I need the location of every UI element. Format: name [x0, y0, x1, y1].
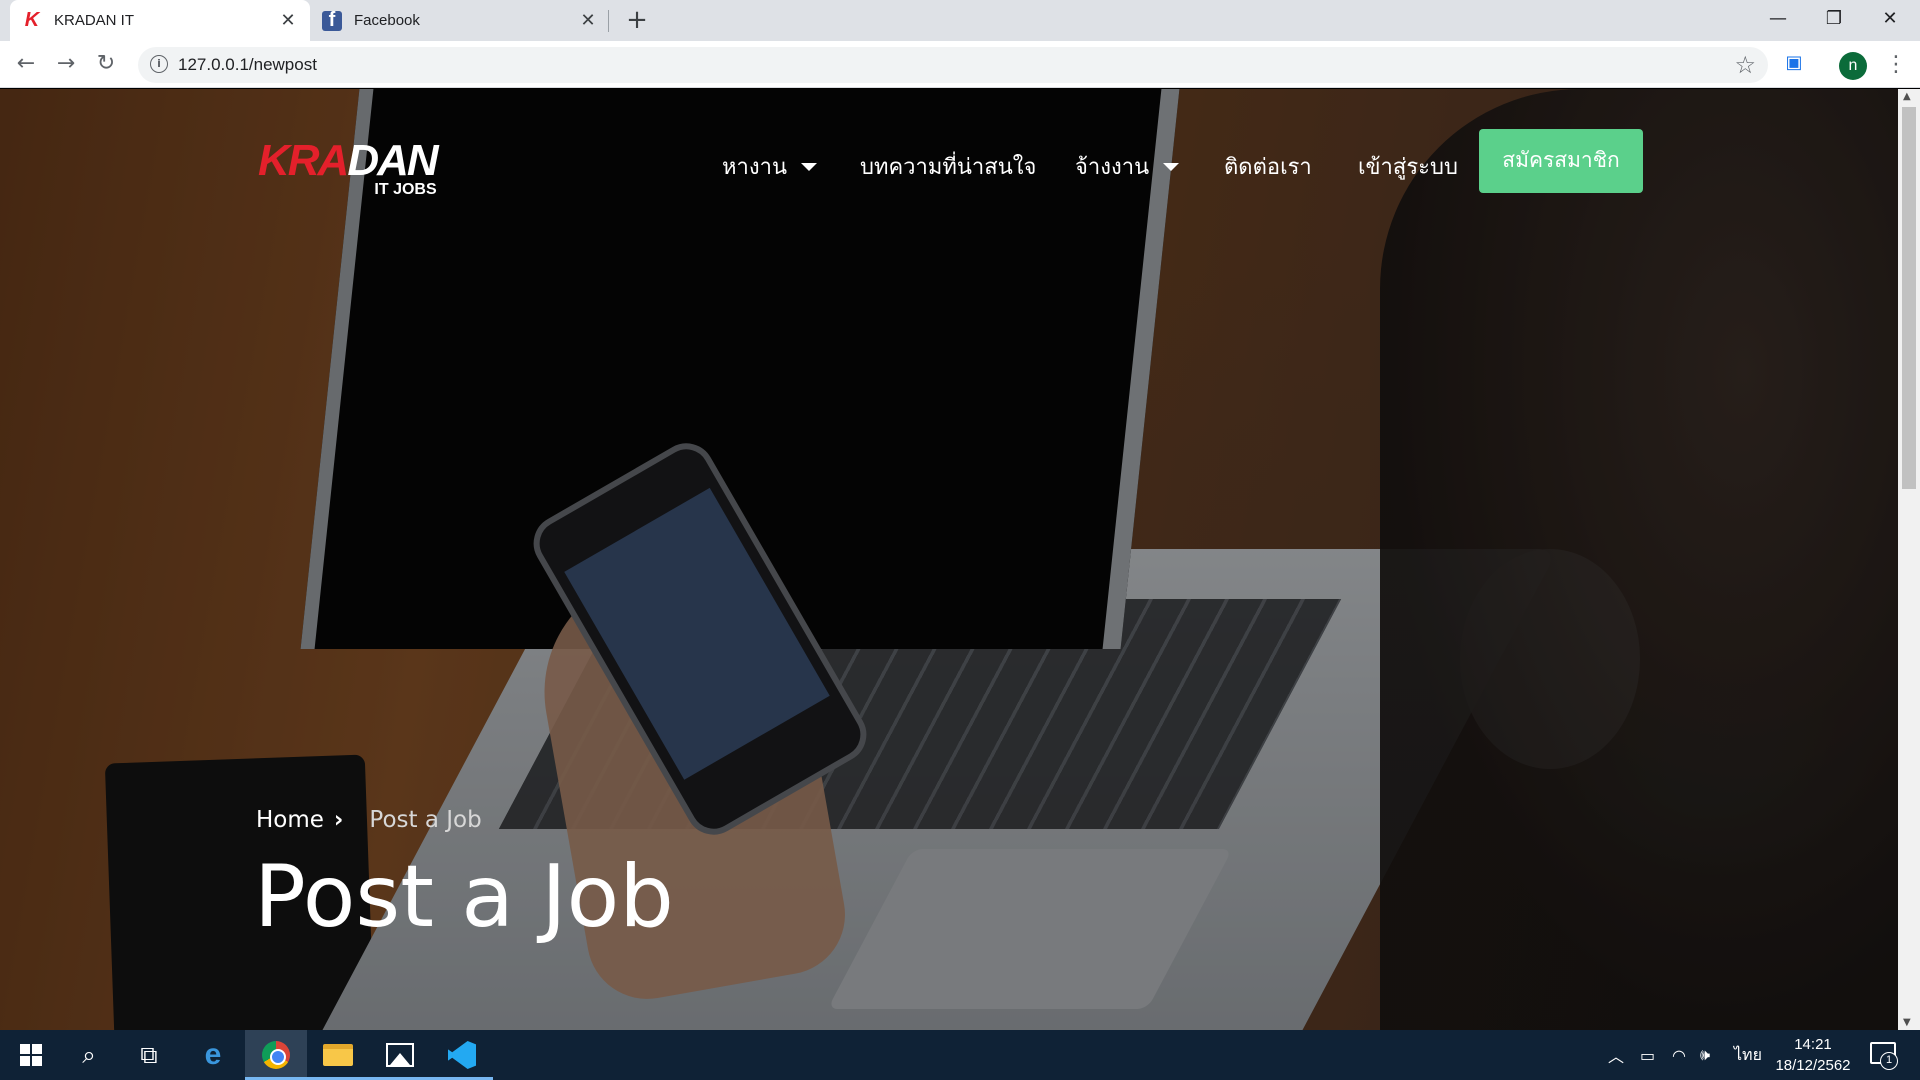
- nav-login-link[interactable]: เข้าสู่ระบบ: [1358, 149, 1458, 184]
- bookmark-star-icon[interactable]: ☆: [1734, 51, 1756, 79]
- close-tab-icon[interactable]: ✕: [578, 10, 598, 31]
- scroll-down-arrow-icon[interactable]: ▼: [1903, 1017, 1911, 1028]
- file-explorer-icon: [323, 1044, 353, 1066]
- minimize-button[interactable]: —: [1750, 0, 1806, 40]
- url-text[interactable]: 127.0.0.1/newpost: [178, 55, 317, 75]
- volume-icon[interactable]: 🕪: [1700, 1030, 1710, 1080]
- nav-articles-link[interactable]: บทความที่น่าสนใจ: [860, 149, 1036, 184]
- reload-button[interactable]: ↻: [90, 49, 122, 81]
- nav-jobs-dropdown[interactable]: หางาน: [722, 149, 817, 184]
- new-tab-button[interactable]: +: [622, 6, 652, 36]
- start-button[interactable]: [0, 1030, 62, 1080]
- page-viewport: KRADAN IT JOBS หางาน บทความที่น่าสนใจ จ้…: [0, 89, 1898, 1030]
- language-indicator[interactable]: ไทย: [1734, 1030, 1762, 1080]
- nav-jobs-label: หางาน: [722, 155, 787, 180]
- search-button[interactable]: ⌕: [58, 1030, 120, 1080]
- page-scrollbar[interactable]: ▲ ▼: [1898, 89, 1920, 1030]
- breadcrumb-current: Post a Job: [369, 807, 482, 833]
- signup-button[interactable]: สมัครสมาชิก: [1479, 129, 1643, 193]
- tab-facebook[interactable]: f Facebook ✕: [310, 0, 610, 41]
- page-title: Post a Job: [254, 847, 674, 947]
- tab-title: KRADAN IT: [54, 12, 135, 29]
- kradan-k-icon: K: [24, 9, 40, 31]
- task-view-icon: ⧉: [140, 1041, 158, 1069]
- cast-extension-icon[interactable]: ▣: [1782, 52, 1806, 76]
- site-info-icon[interactable]: i: [150, 55, 168, 73]
- logo-part-dan: DAN: [347, 136, 438, 185]
- windows-taskbar: ⌕ ⧉ e ︿ ▭ ◠ 🕪 ไทย 14:21 18/12/2562 1: [0, 1030, 1920, 1080]
- scroll-thumb[interactable]: [1902, 107, 1916, 489]
- site-logo[interactable]: KRADAN IT JOBS: [258, 136, 439, 199]
- vscode-icon: [448, 1041, 476, 1069]
- search-icon: ⌕: [82, 1041, 96, 1069]
- close-window-button[interactable]: ✕: [1862, 0, 1918, 40]
- tray-show-hidden-icon[interactable]: ︿: [1608, 1030, 1624, 1080]
- browser-menu-icon[interactable]: ⋮: [1885, 50, 1907, 80]
- taskbar-file-explorer[interactable]: [307, 1030, 369, 1080]
- clock[interactable]: 14:21 18/12/2562: [1768, 1034, 1858, 1076]
- taskbar-vscode[interactable]: [431, 1030, 493, 1080]
- battery-icon[interactable]: ▭: [1640, 1030, 1655, 1080]
- clock-date: 18/12/2562: [1775, 1057, 1851, 1074]
- address-bar[interactable]: i 127.0.0.1/newpost ☆: [138, 47, 1768, 83]
- wifi-icon[interactable]: ◠: [1672, 1030, 1686, 1080]
- tab-kradan-it[interactable]: K KRADAN IT ✕: [10, 0, 310, 41]
- clock-time: 14:21: [1794, 1036, 1832, 1053]
- logo-part-kra: KRA: [258, 136, 349, 185]
- task-view-button[interactable]: ⧉: [118, 1030, 180, 1080]
- caret-down-icon: [801, 162, 817, 171]
- chevron-right-icon: ›: [333, 807, 344, 833]
- scroll-up-arrow-icon[interactable]: ▲: [1903, 91, 1911, 102]
- browser-tab-strip: K KRADAN IT ✕ f Facebook ✕ + — ❐ ✕: [0, 0, 1920, 41]
- nav-hire-label: จ้างงาน: [1075, 155, 1150, 180]
- close-tab-icon[interactable]: ✕: [278, 10, 298, 31]
- restore-button[interactable]: ❐: [1806, 0, 1862, 40]
- photos-icon: [386, 1043, 414, 1067]
- taskbar-edge[interactable]: e: [182, 1030, 244, 1080]
- tab-divider: [608, 10, 609, 32]
- browser-toolbar: ← → ↻ i 127.0.0.1/newpost ☆: [0, 41, 1920, 88]
- breadcrumb: Home › Post a Job: [256, 807, 482, 833]
- forward-button[interactable]: →: [50, 49, 82, 81]
- taskbar-chrome[interactable]: [245, 1030, 307, 1080]
- chrome-icon: [262, 1041, 290, 1069]
- breadcrumb-home-link[interactable]: Home: [256, 807, 324, 833]
- profile-avatar[interactable]: n: [1839, 52, 1867, 80]
- edge-icon: e: [204, 1038, 222, 1071]
- tab-title: Facebook: [354, 12, 420, 29]
- back-button[interactable]: ←: [10, 49, 42, 81]
- nav-hire-dropdown[interactable]: จ้างงาน: [1075, 149, 1180, 184]
- logo-wordmark: KRADAN: [258, 136, 439, 185]
- windows-logo-icon: [20, 1044, 42, 1066]
- facebook-icon: f: [322, 9, 342, 31]
- caret-down-icon: [1163, 162, 1180, 171]
- notification-count-badge: 1: [1880, 1052, 1898, 1070]
- nav-contact-link[interactable]: ติดต่อเรา: [1224, 149, 1312, 184]
- taskbar-photos[interactable]: [369, 1030, 431, 1080]
